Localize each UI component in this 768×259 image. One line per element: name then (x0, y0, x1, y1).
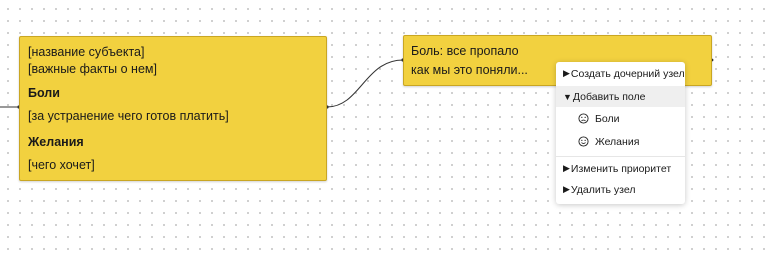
frown-icon (578, 113, 589, 124)
change-priority-item[interactable]: ▶ Изменить приоритет (556, 158, 685, 179)
add-field-wishes-item[interactable]: Желания (556, 130, 685, 153)
triangle-down-icon: ▼ (563, 91, 572, 102)
mindmap-canvas[interactable]: [название субъекта] [важные факты о нем]… (0, 0, 768, 259)
pains-field[interactable]: [за устранение чего готов платить] (28, 108, 318, 125)
pains-heading: Боли (28, 86, 60, 100)
smile-icon (578, 136, 589, 147)
add-field-item[interactable]: ▼ Добавить поле (556, 86, 685, 107)
subject-name[interactable]: [название субъекта] (28, 44, 318, 61)
create-child-node-label: Создать дочерний узел (570, 67, 685, 80)
wishes-field[interactable]: [чего хочет] (28, 157, 318, 174)
triangle-right-icon: ▶ (563, 163, 570, 173)
create-child-node-item[interactable]: ▶ Создать дочерний узел (556, 63, 685, 84)
context-menu: ▶ Создать дочерний узел ▼ Добавить поле … (556, 62, 685, 204)
triangle-right-icon: ▶ (563, 68, 570, 78)
pain-node-title[interactable]: Боль: все пропало (411, 42, 704, 61)
subject-node[interactable]: [название субъекта] [важные факты о нем]… (19, 36, 327, 181)
menu-divider (556, 156, 685, 157)
add-field-pains-item[interactable]: Боли (556, 107, 685, 130)
add-field-pains-label: Боли (595, 112, 620, 125)
triangle-right-icon: ▶ (563, 184, 570, 194)
add-field-wishes-label: Желания (595, 135, 640, 148)
wishes-heading: Желания (28, 135, 84, 149)
change-priority-label: Изменить приоритет (570, 162, 672, 175)
add-field-label: Добавить поле (572, 90, 646, 103)
connector-subject-to-pain (326, 59, 404, 108)
delete-node-item[interactable]: ▶ Удалить узел (556, 179, 685, 200)
subject-facts[interactable]: [важные факты о нем] (28, 61, 318, 78)
delete-node-label: Удалить узел (570, 183, 636, 196)
